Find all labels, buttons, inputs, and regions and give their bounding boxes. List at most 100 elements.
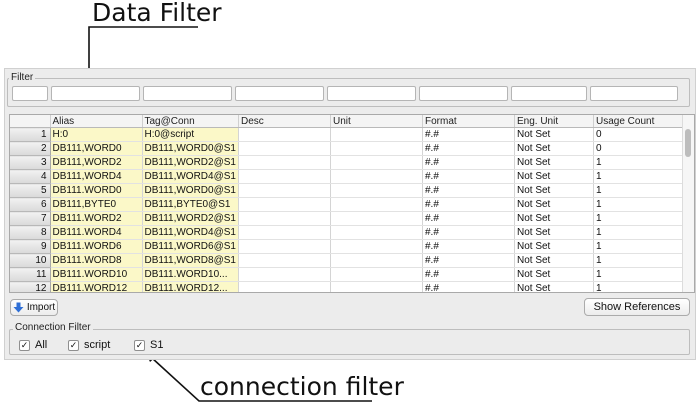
table-row[interactable]: 3 DB111,WORD2 DB111,WORD2@S1 #.# Not Set 1 — [10, 155, 688, 170]
script-checkbox[interactable]: ✓ — [68, 339, 79, 351]
cell-usage-count[interactable]: 1 — [593, 197, 688, 212]
row-number[interactable]: 7 — [10, 211, 51, 226]
cell-alias[interactable]: H:0 — [50, 127, 143, 142]
cell-unit[interactable] — [330, 141, 423, 156]
cell-desc[interactable] — [238, 225, 331, 240]
table-vertical-scrollbar[interactable] — [682, 115, 694, 292]
cell-tag-conn[interactable]: DB111,WORD0@S1 — [142, 183, 239, 198]
cell-usage-count[interactable]: 1 — [593, 183, 688, 198]
cell-alias[interactable]: DB111,WORD2 — [50, 155, 143, 170]
cell-eng-unit[interactable]: Not Set — [514, 211, 594, 226]
cell-unit[interactable] — [330, 225, 423, 240]
cell-format[interactable]: #.# — [422, 281, 515, 292]
show-references-button[interactable]: Show References — [584, 298, 690, 316]
cell-desc[interactable] — [238, 267, 331, 282]
cell-format[interactable]: #.# — [422, 197, 515, 212]
cell-eng-unit[interactable]: Not Set — [514, 197, 594, 212]
tag-table[interactable]: Alias Tag@Conn Desc Unit Format Eng. Uni… — [9, 114, 695, 293]
cell-desc[interactable] — [238, 253, 331, 268]
cell-eng-unit[interactable]: Not Set — [514, 225, 594, 240]
cell-format[interactable]: #.# — [422, 253, 515, 268]
row-number[interactable]: 4 — [10, 169, 51, 184]
header-unit[interactable]: Unit — [330, 115, 423, 128]
cell-unit[interactable] — [330, 155, 423, 170]
table-row[interactable]: 10 DB111.WORD8 DB111,WORD8@S1 #.# Not Set 1 — [10, 253, 688, 268]
row-number[interactable]: 9 — [10, 239, 51, 254]
table-row[interactable]: 12 DB111.WORD12 DB111.WORD12... #.# Not Set 1 — [10, 281, 688, 292]
cell-usage-count[interactable]: 0 — [593, 141, 688, 156]
table-row[interactable]: 9 DB111.WORD6 DB111,WORD6@S1 #.# Not Set 1 — [10, 239, 688, 254]
cell-alias[interactable]: DB111,WORD0 — [50, 141, 143, 156]
cell-alias[interactable]: DB111.WORD6 — [50, 239, 143, 254]
filter-field-unit[interactable] — [327, 86, 416, 101]
table-row[interactable]: 8 DB111.WORD4 DB111,WORD4@S1 #.# Not Set 1 — [10, 225, 688, 240]
cell-alias[interactable]: DB111,WORD4 — [50, 169, 143, 184]
cell-desc[interactable] — [238, 197, 331, 212]
cell-tag-conn[interactable]: DB111,WORD4@S1 — [142, 225, 239, 240]
cell-usage-count[interactable]: 1 — [593, 169, 688, 184]
row-number[interactable]: 3 — [10, 155, 51, 170]
scrollbar-thumb[interactable] — [685, 129, 691, 157]
cell-alias[interactable]: DB111.WORD4 — [50, 225, 143, 240]
cell-unit[interactable] — [330, 281, 423, 292]
cell-tag-conn[interactable]: DB111,WORD0@S1 — [142, 141, 239, 156]
filter-field-alias[interactable] — [51, 86, 140, 101]
cell-desc[interactable] — [238, 211, 331, 226]
cell-eng-unit[interactable]: Not Set — [514, 169, 594, 184]
header-format[interactable]: Format — [422, 115, 515, 128]
cell-desc[interactable] — [238, 141, 331, 156]
row-number[interactable]: 12 — [10, 281, 51, 292]
cell-eng-unit[interactable]: Not Set — [514, 267, 594, 282]
cell-tag-conn[interactable]: DB111,BYTE0@S1 — [142, 197, 239, 212]
cell-alias[interactable]: DB111.WORD8 — [50, 253, 143, 268]
cell-desc[interactable] — [238, 169, 331, 184]
cell-usage-count[interactable]: 1 — [593, 281, 688, 292]
cell-unit[interactable] — [330, 267, 423, 282]
connection-filter-all[interactable]: ✓ All — [19, 339, 47, 351]
row-number[interactable]: 1 — [10, 127, 51, 142]
cell-eng-unit[interactable]: Not Set — [514, 141, 594, 156]
cell-format[interactable]: #.# — [422, 225, 515, 240]
cell-alias[interactable]: DB111.WORD12 — [50, 281, 143, 292]
cell-eng-unit[interactable]: Not Set — [514, 239, 594, 254]
cell-alias[interactable]: DB111.WORD0 — [50, 183, 143, 198]
cell-desc[interactable] — [238, 183, 331, 198]
filter-field-alias-index[interactable] — [12, 86, 48, 101]
cell-unit[interactable] — [330, 211, 423, 226]
cell-unit[interactable] — [330, 169, 423, 184]
table-row[interactable]: 1 H:0 H:0@script #.# Not Set 0 — [10, 127, 688, 142]
cell-desc[interactable] — [238, 155, 331, 170]
cell-format[interactable]: #.# — [422, 267, 515, 282]
cell-tag-conn[interactable]: DB111,WORD4@S1 — [142, 169, 239, 184]
cell-unit[interactable] — [330, 239, 423, 254]
cell-usage-count[interactable]: 1 — [593, 211, 688, 226]
cell-tag-conn[interactable]: H:0@script — [142, 127, 239, 142]
cell-desc[interactable] — [238, 281, 331, 292]
s1-checkbox[interactable]: ✓ — [134, 339, 145, 351]
connection-filter-script[interactable]: ✓ script — [68, 339, 110, 351]
cell-format[interactable]: #.# — [422, 183, 515, 198]
cell-unit[interactable] — [330, 197, 423, 212]
cell-eng-unit[interactable]: Not Set — [514, 253, 594, 268]
cell-eng-unit[interactable]: Not Set — [514, 127, 594, 142]
header-desc[interactable]: Desc — [238, 115, 331, 128]
cell-eng-unit[interactable]: Not Set — [514, 183, 594, 198]
cell-alias[interactable]: DB111.WORD10 — [50, 267, 143, 282]
header-eng-unit[interactable]: Eng. Unit — [514, 115, 594, 128]
cell-tag-conn[interactable]: DB111,WORD6@S1 — [142, 239, 239, 254]
cell-tag-conn[interactable]: DB111,WORD8@S1 — [142, 253, 239, 268]
row-number[interactable]: 10 — [10, 253, 51, 268]
filter-field-desc[interactable] — [235, 86, 324, 101]
cell-tag-conn[interactable]: DB111,WORD2@S1 — [142, 211, 239, 226]
all-checkbox[interactable]: ✓ — [19, 339, 30, 351]
cell-usage-count[interactable]: 0 — [593, 127, 688, 142]
table-row[interactable]: 11 DB111.WORD10 DB111.WORD10... #.# Not Set 1 — [10, 267, 688, 282]
cell-alias[interactable]: DB111,BYTE0 — [50, 197, 143, 212]
cell-tag-conn[interactable]: DB111.WORD12... — [142, 281, 239, 292]
cell-eng-unit[interactable]: Not Set — [514, 155, 594, 170]
header-alias[interactable]: Alias — [50, 115, 143, 128]
row-number[interactable]: 6 — [10, 197, 51, 212]
cell-unit[interactable] — [330, 183, 423, 198]
filter-field-format[interactable] — [419, 86, 508, 101]
cell-tag-conn[interactable]: DB111,WORD2@S1 — [142, 155, 239, 170]
